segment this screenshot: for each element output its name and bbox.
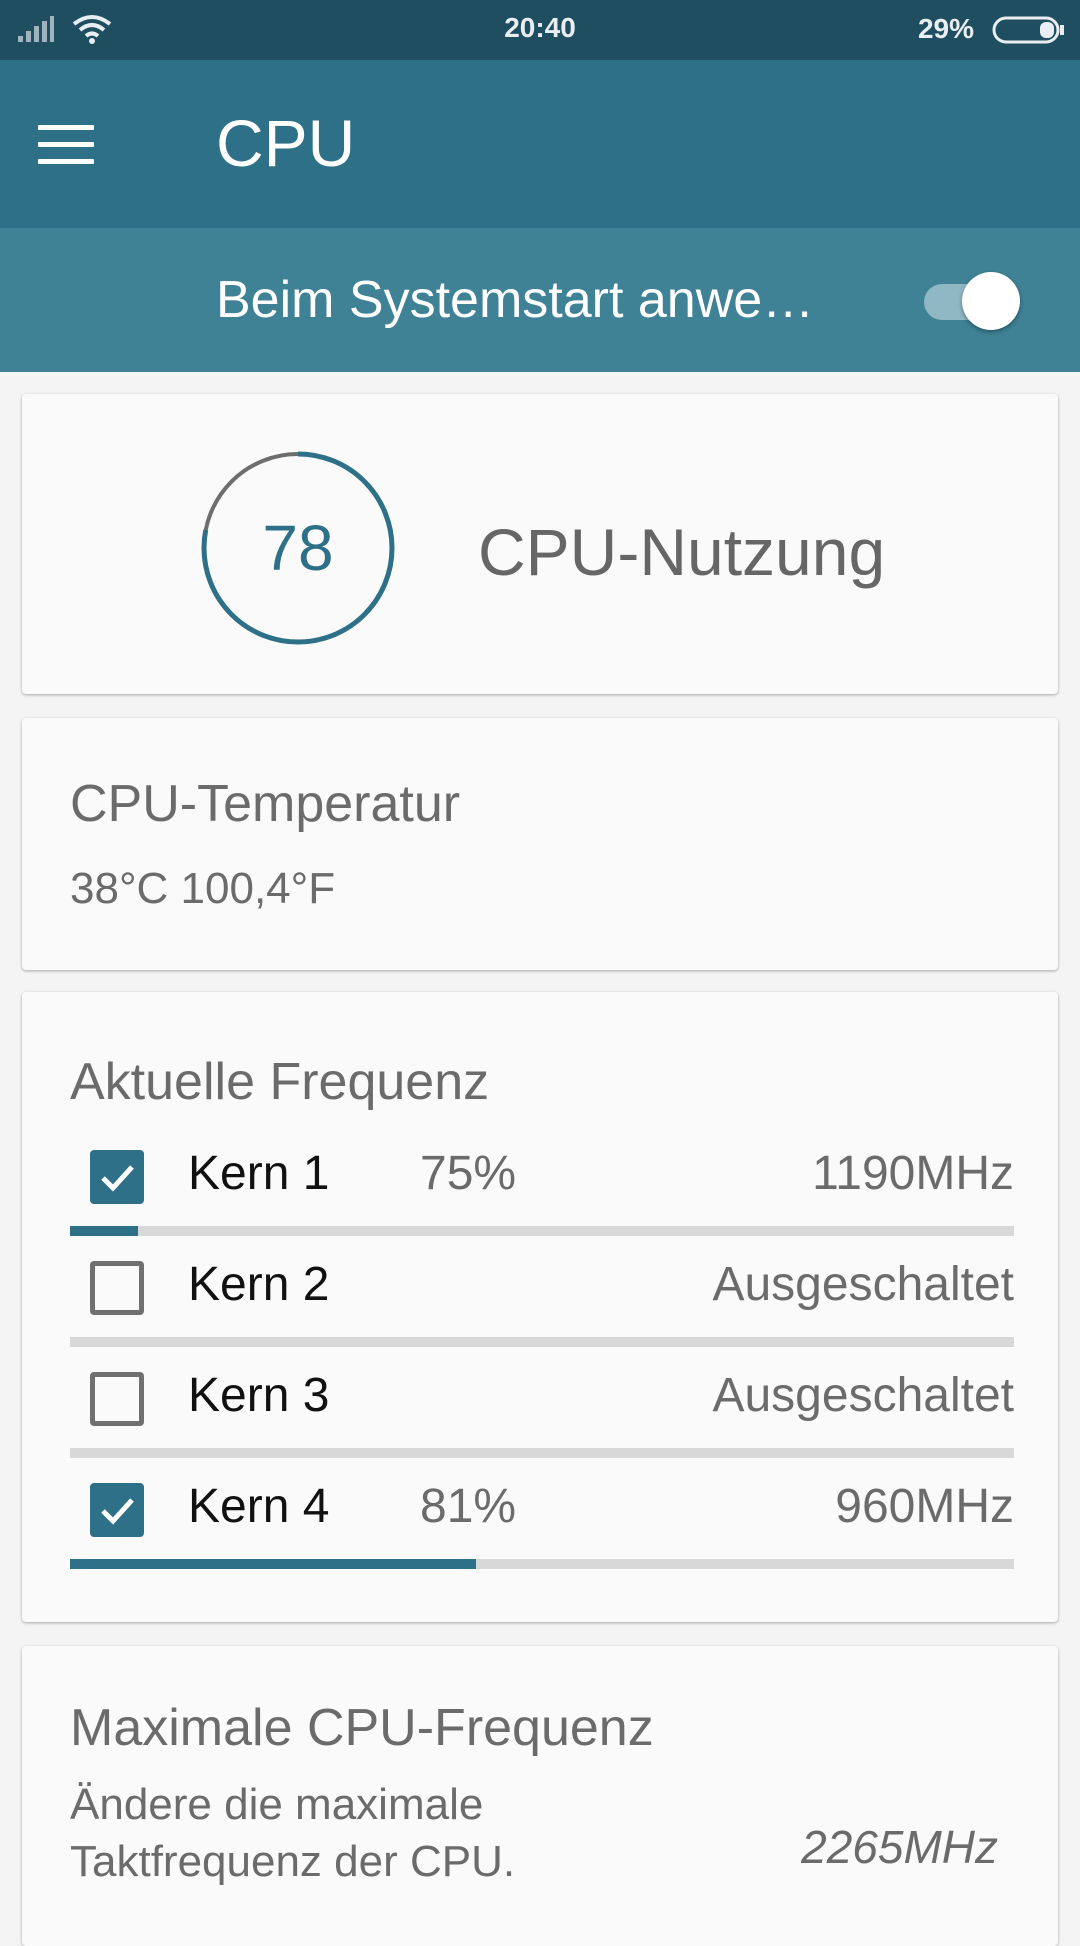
core-name: Kern 1	[188, 1147, 330, 1200]
battery-icon	[992, 16, 1066, 49]
core-name: Kern 2	[188, 1258, 330, 1311]
current-frequency-card: Aktuelle Frequenz Kern 1 75% 1190MHz Ker…	[22, 992, 1058, 1622]
max-frequency-description: Ändere die maximale Taktfrequenz der CPU…	[70, 1780, 516, 1887]
core-frequency: 1190MHz	[812, 1147, 1014, 1200]
page-title: CPU	[216, 106, 356, 180]
battery-percent: 29%	[917, 13, 974, 44]
core-row-3: Kern 3 Ausgeschaltet	[70, 1354, 1014, 1464]
core-2-checkbox[interactable]	[90, 1261, 144, 1315]
core-4-checkbox[interactable]	[90, 1483, 144, 1537]
core-row-1: Kern 1 75% 1190MHz	[70, 1132, 1014, 1242]
core-percent: 81%	[420, 1480, 517, 1533]
status-bar: 20:40 29%	[0, 0, 1080, 60]
core-row-4: Kern 4 81% 960MHz	[70, 1465, 1014, 1575]
core-load-bar	[70, 1448, 1014, 1458]
boot-apply-label: Beim Systemstart anwe…	[216, 271, 815, 329]
frequency-title: Aktuelle Frequenz	[70, 1053, 490, 1111]
temperature-value: 38°C 100,4°F	[70, 864, 336, 913]
core-frequency: Ausgeschaltet	[712, 1258, 1014, 1311]
core-1-checkbox[interactable]	[90, 1150, 144, 1204]
cpu-usage-card: 78 CPU-Nutzung	[22, 394, 1058, 694]
temperature-title: CPU-Temperatur	[70, 775, 461, 833]
cpu-temperature-card: CPU-Temperatur 38°C 100,4°F	[22, 718, 1058, 970]
max-frequency-title: Maximale CPU-Frequenz	[70, 1699, 654, 1757]
boot-apply-switch[interactable]	[922, 268, 1022, 332]
max-frequency-card[interactable]: Maximale CPU-Frequenz Ändere die maximal…	[22, 1646, 1058, 1946]
app-bar: CPU	[0, 60, 1080, 228]
core-percent: 75%	[420, 1147, 517, 1200]
core-load-bar	[70, 1337, 1014, 1347]
core-row-2: Kern 2 Ausgeschaltet	[70, 1243, 1014, 1353]
usage-value: 78	[262, 512, 334, 584]
core-load-bar	[70, 1559, 1014, 1569]
core-frequency: 960MHz	[835, 1480, 1014, 1533]
max-frequency-value: 2265MHz	[801, 1821, 998, 1873]
boot-apply-bar: Beim Systemstart anwe…	[0, 228, 1080, 372]
usage-label: CPU-Nutzung	[478, 515, 886, 589]
core-3-checkbox[interactable]	[90, 1372, 144, 1426]
core-name: Kern 3	[188, 1369, 330, 1422]
core-load-bar	[70, 1226, 1014, 1236]
core-frequency: Ausgeschaltet	[712, 1369, 1014, 1422]
hamburger-menu-icon[interactable]	[38, 104, 128, 184]
core-name: Kern 4	[188, 1480, 330, 1533]
